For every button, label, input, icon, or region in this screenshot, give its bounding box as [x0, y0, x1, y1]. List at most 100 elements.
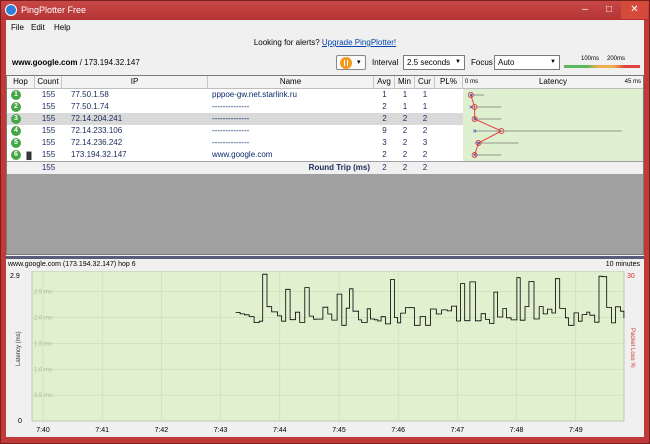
ip-cell: 72.14.233.106	[71, 126, 123, 135]
latency-cur-marker: ×	[473, 129, 477, 136]
hop-cell: 6 ▐▌	[7, 149, 35, 161]
menu-help[interactable]: Help	[54, 23, 70, 32]
pl-cell	[435, 113, 463, 125]
target-host: www.google.com	[12, 58, 78, 67]
hop-cell: 4	[7, 125, 35, 137]
count-cell: 155	[41, 114, 56, 123]
close-button[interactable]: ✕	[621, 1, 648, 19]
avg-cell: 2	[382, 150, 387, 159]
summary-count: 155	[41, 163, 56, 172]
timeline-graph[interactable]: 2.5 ms 2.0 ms 1.5 ms 1.0 ms 0.5 ms 2.9 0 30 Late…	[6, 270, 644, 437]
col-min[interactable]: Min	[395, 76, 415, 89]
count-cell: 155	[41, 102, 56, 111]
latency-max-label: 45 ms	[624, 79, 641, 85]
hop-cell: 3	[7, 113, 35, 125]
x-tick-label: 7:45	[332, 427, 346, 434]
name-cell: pppoe-gw.net.starlink.ru	[212, 90, 297, 99]
latency-min-label: 0 ms	[465, 79, 479, 85]
app-window: PingPlotter Free – □ ✕ File Edit Help Lo…	[0, 0, 650, 444]
summary-avg: 2	[382, 163, 387, 172]
toolbar: www.google.com / 173.194.32.147 ▾ Interv…	[6, 53, 644, 73]
x-tick-label: 7:43	[214, 427, 228, 434]
y-bottom-label: 0	[18, 418, 22, 425]
summary-min: 2	[402, 163, 408, 172]
name-cell: www.google.com	[212, 150, 273, 159]
col-cur[interactable]: Cur	[415, 76, 435, 89]
latency-header-label: Latency	[538, 77, 568, 86]
menu-bar: File Edit Help	[6, 20, 644, 35]
col-name[interactable]: Name	[208, 76, 374, 89]
y-axis-label: Latency (ms)	[16, 331, 22, 366]
name-cell: --------------	[212, 126, 250, 135]
cur-cell: 1	[422, 90, 428, 99]
round-trip-row: 155 Round Trip (ms) 2 2 2	[7, 162, 643, 174]
summary-label: Round Trip (ms)	[308, 163, 370, 172]
alert-banner: Looking for alerts? Upgrade PingPlotter!	[6, 38, 644, 47]
focus-label: Focus	[471, 58, 493, 67]
maximize-button[interactable]: □	[597, 1, 621, 19]
min-cell: 2	[402, 126, 408, 135]
pl-cell	[435, 125, 463, 137]
interval-select[interactable]: 2.5 seconds ▼	[403, 55, 465, 70]
latency-graph: × × × × × ×	[463, 89, 643, 161]
hop-badge: 6	[11, 150, 21, 160]
minimize-button[interactable]: –	[573, 1, 597, 19]
trace-table: Hop Count IP Name Avg Min Cur PL% 0 ms L…	[6, 75, 644, 255]
count-cell: 155	[41, 138, 56, 147]
target-address: www.google.com / 173.194.32.147	[12, 58, 140, 67]
upgrade-link[interactable]: Upgrade PingPlotter!	[322, 38, 396, 47]
x-tick-label: 7:41	[95, 427, 109, 434]
menu-file[interactable]: File	[11, 23, 24, 32]
graph-header: www.google.com (173.194.32.147) hop 6 10…	[6, 261, 644, 271]
summary-cur: 2	[422, 163, 428, 172]
col-avg[interactable]: Avg	[374, 76, 395, 89]
cur-cell: 2	[422, 150, 428, 159]
scale-gradient	[564, 65, 640, 68]
timeline-plot: 2.5 ms2.0 ms1.5 ms1.0 ms0.5 ms2.9030Late…	[10, 270, 635, 434]
graph-background	[31, 270, 625, 422]
pause-icon	[340, 57, 352, 69]
name-cell: --------------	[212, 138, 250, 147]
x-tick-label: 7:42	[155, 427, 169, 434]
col-latency[interactable]: 0 ms Latency 45 ms	[463, 76, 643, 89]
avg-cell: 2	[382, 114, 387, 123]
ip-cell: 72.14.236.242	[71, 138, 123, 147]
table-header: Hop Count IP Name Avg Min Cur PL% 0 ms L…	[7, 76, 643, 89]
hop-badge: 3	[11, 114, 21, 124]
graph-timespan[interactable]: 10 minutes	[606, 261, 640, 268]
menu-edit[interactable]: Edit	[31, 23, 45, 32]
hop-cell: 2	[7, 101, 35, 113]
x-tick-label: 7:48	[510, 427, 524, 434]
scale-label-100: 100ms	[581, 56, 600, 62]
col-ip[interactable]: IP	[62, 76, 208, 89]
avg-cell: 9	[382, 126, 387, 135]
hop-cell: 1	[7, 89, 35, 101]
ip-cell: 77.50.1.58	[71, 90, 109, 99]
focus-select[interactable]: Auto ▼	[494, 55, 560, 70]
splitter[interactable]	[6, 256, 644, 259]
alert-text: Looking for alerts?	[253, 38, 320, 47]
pause-button[interactable]: ▾	[336, 55, 366, 70]
window-title: PingPlotter Free	[21, 5, 87, 15]
x-tick-label: 7:44	[273, 427, 287, 434]
title-bar[interactable]: PingPlotter Free – □ ✕	[1, 1, 649, 20]
scale-label-200: 200ms	[607, 56, 626, 62]
count-cell: 155	[41, 126, 56, 135]
latency-plot: ××××××	[467, 92, 622, 160]
min-cell: 1	[402, 90, 408, 99]
col-pl[interactable]: PL%	[435, 76, 463, 89]
pingplotter-logo-icon	[5, 4, 17, 16]
avg-cell: 2	[382, 102, 387, 111]
col-hop[interactable]: Hop	[7, 76, 35, 89]
name-cell: --------------	[212, 102, 250, 111]
col-count[interactable]: Count	[35, 76, 62, 89]
avg-cell: 3	[382, 138, 387, 147]
hop-badge: 5	[11, 138, 21, 148]
min-cell: 2	[402, 114, 408, 123]
ip-cell: 173.194.32.147	[71, 150, 127, 159]
x-tick-label: 7:40	[36, 427, 50, 434]
hop-badge: 2	[11, 102, 21, 112]
pl-cell	[435, 149, 463, 161]
y2-top-label: 30	[627, 273, 635, 280]
count-cell: 155	[41, 90, 56, 99]
